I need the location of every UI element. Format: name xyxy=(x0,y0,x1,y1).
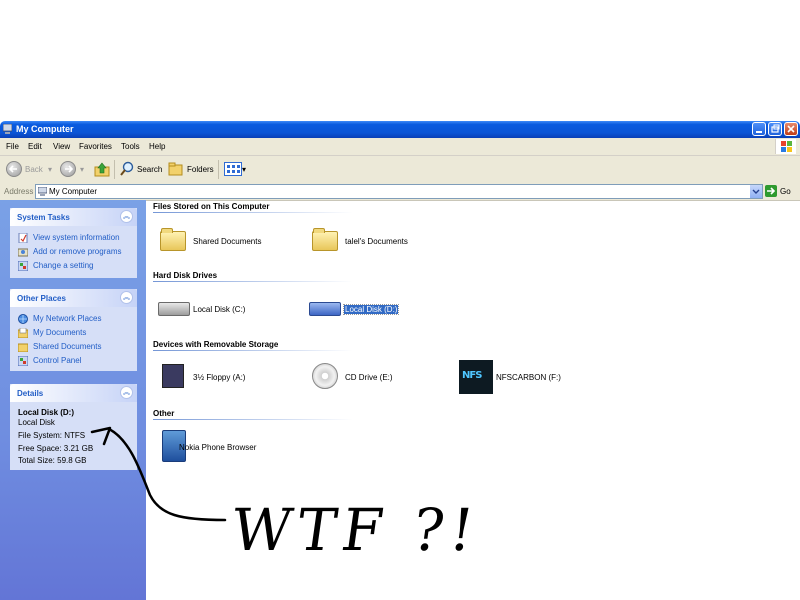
handwritten-annotation: WTF ?! xyxy=(227,496,485,564)
